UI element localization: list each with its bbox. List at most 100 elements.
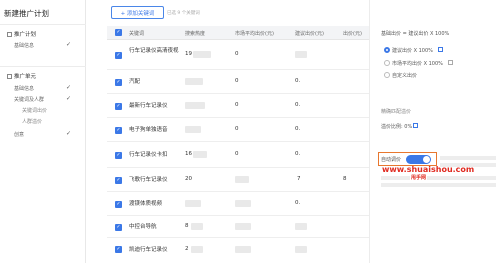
auto-bid-toggle[interactable] [406, 155, 431, 164]
redacted-text [440, 156, 496, 160]
column-header-avg-bid: 市场平均出价(元) [235, 31, 274, 37]
redacted-value [193, 51, 211, 58]
suggest-bid-cell: 0. [295, 102, 301, 108]
table-header: ✓ 关键词 搜索热度 市场平均出价(元) 建议出价(元) 出价(元) [107, 26, 369, 40]
heat-cell: 19 [185, 51, 192, 57]
sidebar-group-label: 推广单元 [14, 74, 37, 80]
selection-hint: 已选 9 个关键词 [167, 11, 200, 16]
bid-formula: 基础出价 = 建议出价 X 100% [381, 31, 450, 37]
heat-cell: 16 [185, 151, 192, 157]
add-keyword-button[interactable]: + 添加关键词 [111, 6, 164, 19]
suggest-bid-cell: 7 [297, 176, 301, 182]
folder-icon [7, 31, 12, 37]
avg-bid-cell: 0 [235, 151, 239, 157]
row-checkbox[interactable]: ✓ [115, 201, 122, 208]
redacted-value [235, 200, 251, 207]
radio-market-avg-bid[interactable] [384, 60, 390, 66]
redacted-value [235, 176, 249, 183]
row-checkbox[interactable]: ✓ [115, 52, 122, 59]
radio-suggest-bid[interactable] [384, 47, 390, 53]
keyword-cell: 最新行车记录仪 [129, 103, 168, 109]
avg-bid-cell: 0 [235, 78, 239, 84]
column-header-heat: 搜索热度 [185, 31, 206, 37]
redacted-value [193, 151, 207, 158]
avg-bid-cell: 0 [235, 51, 239, 57]
sidebar-subitem-crowd-premium[interactable]: 人群溢价 [22, 118, 42, 125]
redacted-value [185, 200, 201, 207]
redacted-value [191, 223, 203, 230]
table-row[interactable]: ✓ 飞歌行车记录仪 20 7 8 [107, 168, 369, 192]
divider [0, 66, 86, 67]
suggest-bid-cell: 0. [295, 200, 301, 206]
keyword-cell: 中控台导航 [129, 224, 157, 230]
option-label: 市场平均出价 X 100% [392, 61, 443, 67]
suggest-bid-cell: 0. [295, 126, 301, 132]
row-checkbox[interactable]: ✓ [115, 177, 122, 184]
page-title: 新建推广计划 [4, 9, 49, 18]
keyword-cell: 凯迪行车记录仪 [129, 247, 168, 253]
radio-custom-bid[interactable] [384, 72, 390, 78]
edit-icon[interactable] [438, 47, 443, 52]
row-checkbox[interactable]: ✓ [115, 246, 122, 253]
redacted-value [295, 246, 307, 253]
column-header-suggest-bid: 建议出价(元) [295, 31, 324, 37]
redacted-value [191, 246, 203, 253]
sidebar-subitem-keyword-bid[interactable]: 关键词出价 [22, 107, 47, 114]
row-checkbox[interactable]: ✓ [115, 224, 122, 231]
edit-icon[interactable] [413, 123, 418, 128]
keyword-cell: 飞歌行车记录仪 [129, 177, 168, 183]
divider [0, 24, 86, 25]
heat-cell: 20 [185, 176, 192, 182]
sidebar-group-unit[interactable]: 推广单元 [7, 72, 36, 80]
row-checkbox[interactable]: ✓ [115, 127, 122, 134]
keyword-cell: 渡镁体质视频 [129, 201, 163, 207]
redacted-value [295, 51, 307, 58]
table-row[interactable]: ✓ 中控台导航 8 [107, 216, 369, 238]
row-checkbox[interactable]: ✓ [115, 103, 122, 110]
table-row[interactable]: ✓ 凯迪行车记录仪 2 [107, 238, 369, 262]
table-row[interactable]: ✓ 最新行车记录仪 0 0. [107, 94, 369, 118]
option-label: 建议出价 X 100% [392, 48, 433, 54]
row-checkbox[interactable]: ✓ [115, 79, 122, 86]
sidebar-group-plan[interactable]: 推广计划 [7, 30, 36, 38]
table-row[interactable]: ✓ 渡镁体质视频 0. [107, 192, 369, 216]
table-row[interactable]: ✓ 汽配 0 0. [107, 70, 369, 94]
premium-ratio: 溢价比例: 0% [381, 124, 413, 130]
suggest-bid-cell: 0. [295, 151, 301, 157]
select-all-checkbox[interactable]: ✓ [115, 29, 122, 36]
redacted-value [185, 78, 203, 85]
keyword-cell: 行车记录仪卡扣 [129, 152, 168, 158]
sidebar-item-creative[interactable]: 创意 [14, 131, 24, 138]
panel-divider [369, 0, 370, 263]
check-icon: ✓ [65, 84, 71, 91]
suggest-bid-cell: 0. [295, 78, 301, 84]
section-title: 精确匹配溢价 [381, 109, 412, 115]
table-row[interactable]: ✓ 行车记录仪卡扣 16 0 0. [107, 142, 369, 168]
check-icon: ✓ [65, 41, 71, 48]
bid-cell: 8 [343, 176, 347, 182]
avg-bid-cell: 0 [235, 102, 239, 108]
sidebar-item-plan-basic[interactable]: 基础信息 [14, 42, 34, 49]
keyword-cell: 行车记录仪高清夜视 [129, 48, 179, 54]
sidebar-item-unit-basic[interactable]: 基础信息 [14, 85, 34, 92]
column-header-bid: 出价(元) [343, 31, 362, 37]
table-row[interactable]: ✓ 电子狗单独语音 0 0. [107, 118, 369, 142]
redacted-value [185, 102, 205, 109]
watermark-brand: 甩手网 [410, 174, 428, 181]
redacted-value [235, 223, 251, 230]
redacted-value [295, 223, 307, 230]
check-icon: ✓ [65, 130, 71, 137]
sidebar-item-keywords[interactable]: 关键词及人群 [14, 96, 44, 103]
sidebar: 新建推广计划 推广计划 基础信息 ✓ 推广单元 基础信息 ✓ 关键词及人群 ✓ … [0, 0, 86, 263]
keyword-cell: 汽配 [129, 79, 141, 85]
toggle-knob [423, 156, 430, 163]
keyword-cell: 电子狗单独语音 [129, 127, 168, 133]
column-header-keyword: 关键词 [129, 31, 145, 37]
folder-icon [7, 73, 12, 79]
edit-icon[interactable] [448, 60, 453, 65]
redacted-text [381, 176, 496, 180]
heat-cell: 2 [185, 246, 189, 252]
sidebar-group-label: 推广计划 [14, 32, 37, 38]
row-checkbox[interactable]: ✓ [115, 152, 122, 159]
table-row[interactable]: ✓ 行车记录仪高清夜视 19 0 [107, 40, 369, 70]
